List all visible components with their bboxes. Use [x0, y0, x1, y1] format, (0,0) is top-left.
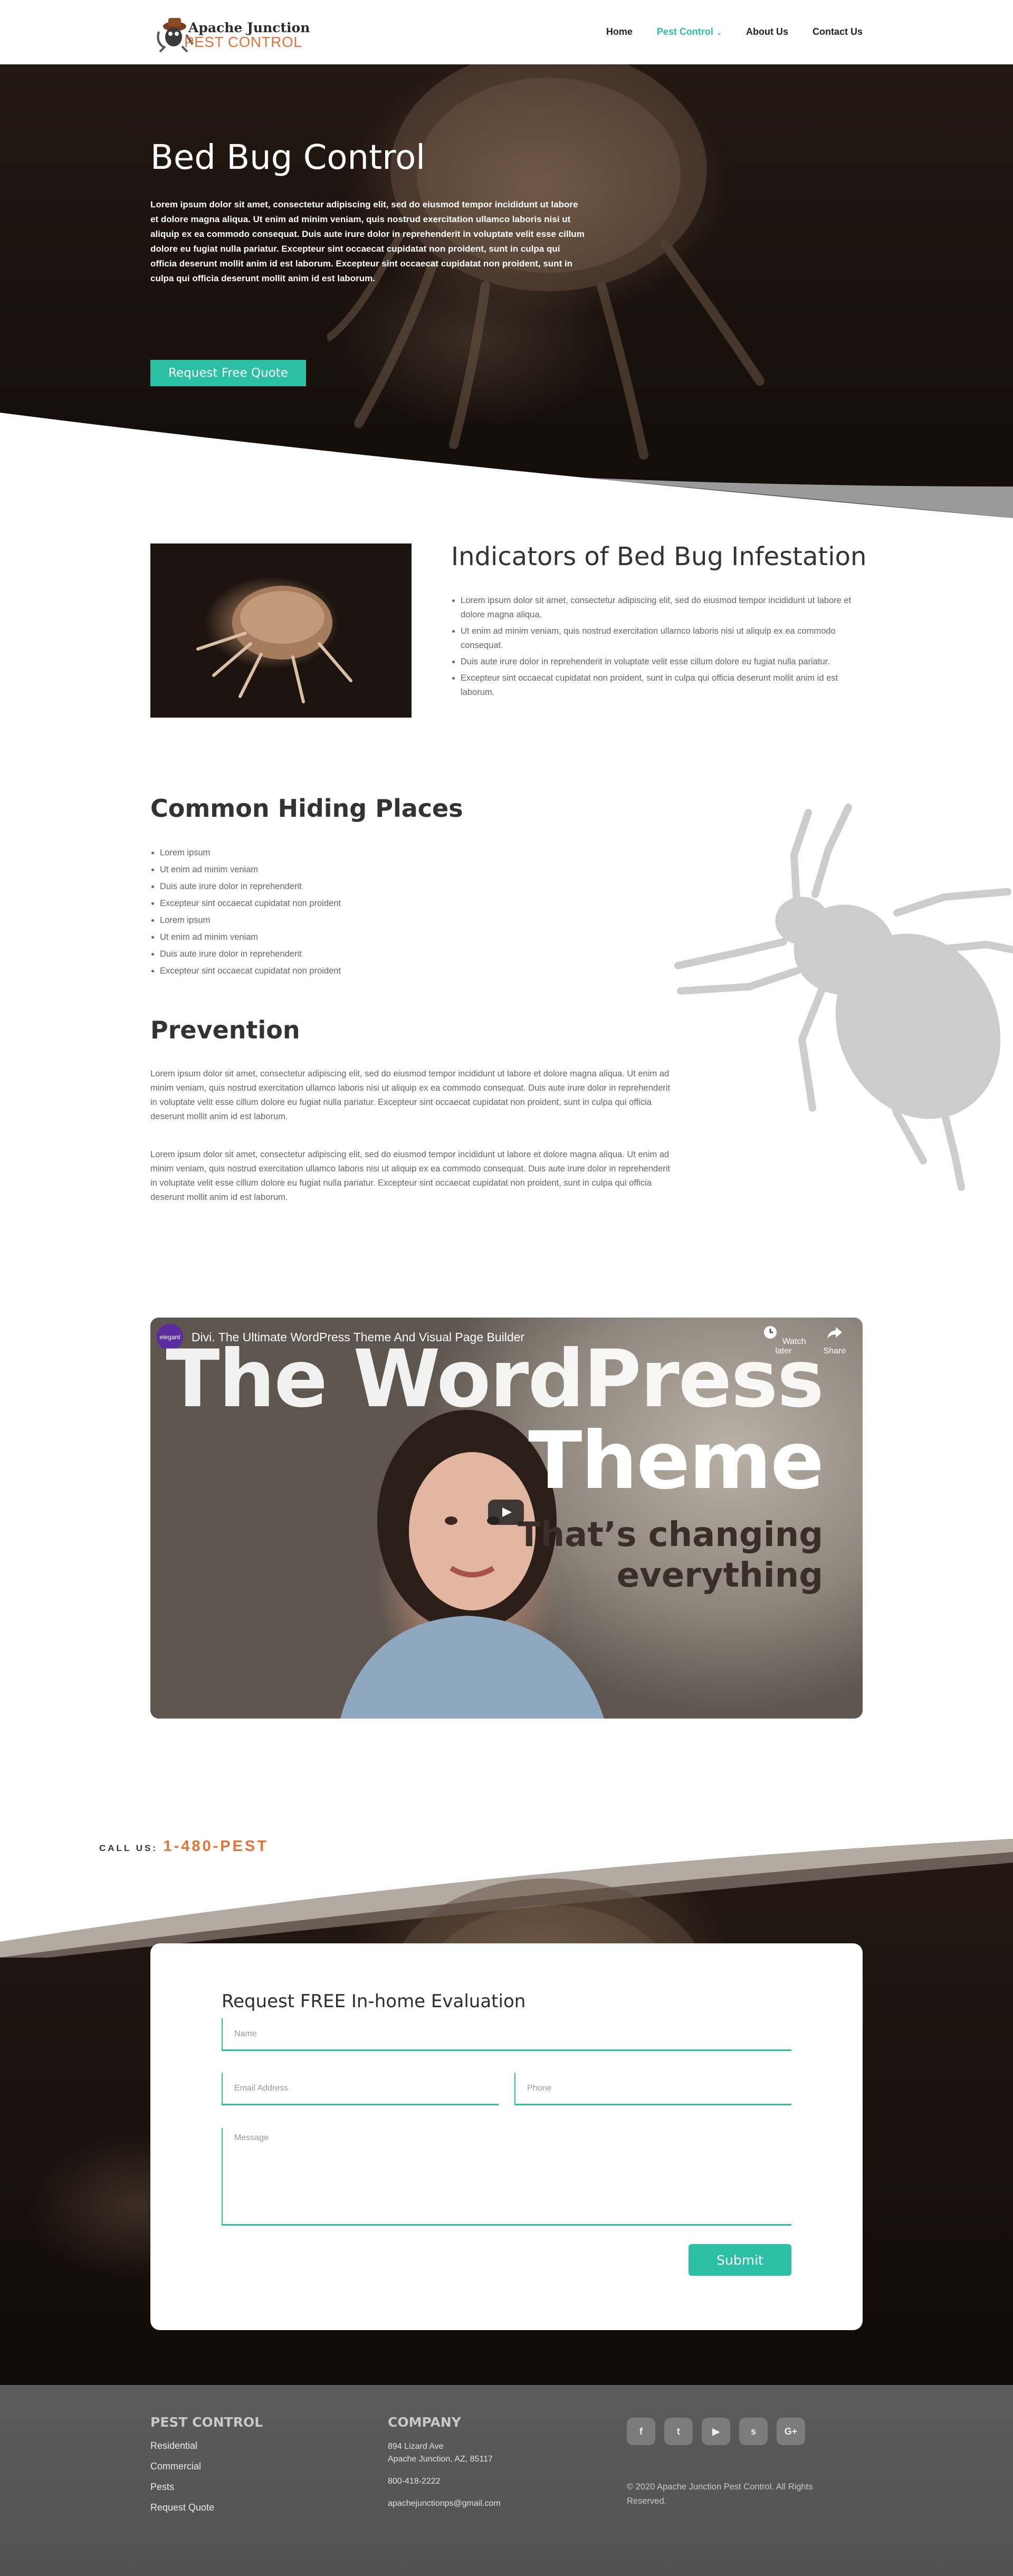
logo-subtitle: PEST CONTROL: [184, 34, 302, 50]
list-item: Duis aute irure dolor in reprehenderit: [160, 946, 341, 962]
skype-icon[interactable]: s: [739, 2418, 768, 2445]
share-icon: [827, 1327, 842, 1339]
footer-link-pests[interactable]: Pests: [150, 2482, 263, 2493]
play-icon: [502, 1508, 512, 1517]
footer-link-commercial[interactable]: Commercial: [150, 2461, 263, 2472]
list-item: Lorem ipsum: [160, 912, 341, 929]
footer-pest-control-column: PEST CONTROL Residential Commercial Pest…: [150, 2415, 263, 2523]
footer-address-line-2: Apache Junction, AZ, 85117: [388, 2455, 493, 2464]
request-quote-button[interactable]: Request Free Quote: [150, 360, 306, 386]
hero-text: Lorem ipsum dolor sit amet, consectetur …: [150, 199, 585, 283]
list-item: Duis aute irure dolor in reprehenderit i…: [461, 655, 863, 669]
hiding-places-list: Lorem ipsum Ut enim ad minim veniam Duis…: [150, 844, 341, 979]
nav-pest-control[interactable]: Pest Control ⌄: [657, 26, 722, 37]
copyright-text: © 2020 Apache Junction Pest Control. All…: [627, 2482, 813, 2506]
google-plus-icon[interactable]: G+: [777, 2418, 805, 2445]
list-item: Ut enim ad minim veniam, quis nostrud ex…: [461, 624, 863, 653]
footer-link-residential[interactable]: Residential: [150, 2440, 263, 2451]
video-subline-2: everything: [616, 1556, 823, 1595]
hiding-places-title: Common Hiding Places: [150, 794, 463, 823]
video-headline-2: Theme: [528, 1415, 824, 1507]
nav-pest-control-label: Pest Control: [656, 26, 713, 37]
indicators-list: Lorem ipsum dolor sit amet, consectetur …: [451, 594, 863, 702]
footer-pest-heading: PEST CONTROL: [150, 2415, 263, 2430]
list-item: Excepteur sint occaecat cupidatat non pr…: [160, 962, 341, 979]
youtube-icon[interactable]: ▶: [702, 2418, 730, 2445]
list-item: Lorem ipsum: [160, 844, 341, 861]
prevention-paragraph-2: Lorem ipsum dolor sit amet, consectetur …: [150, 1150, 670, 1202]
prevention-title: Prevention: [150, 1016, 300, 1044]
site-logo[interactable]: Apache Junction PEST CONTROL: [150, 9, 310, 54]
nav-home[interactable]: Home: [606, 26, 633, 37]
facebook-icon[interactable]: f: [627, 2418, 655, 2445]
email-field[interactable]: [222, 2073, 499, 2105]
footer-company-column: COMPANY 894 Lizard Ave Apache Junction, …: [388, 2415, 501, 2510]
list-item: Lorem ipsum dolor sit amet, consectetur …: [461, 594, 863, 622]
footer-link-request-quote[interactable]: Request Quote: [150, 2502, 263, 2513]
main-nav: Home Pest Control ⌄ About Us Contact Us: [606, 26, 863, 37]
logo-title: Apache Junction: [188, 20, 310, 35]
site-footer: PEST CONTROL Residential Commercial Pest…: [0, 2385, 1013, 2576]
footer-address-line-1: 894 Lizard Ave: [388, 2442, 444, 2451]
call-us-label: CALL US:: [99, 1843, 158, 1853]
prevention-paragraph-1: Lorem ipsum dolor sit amet, consectetur …: [150, 1069, 670, 1121]
list-item: Duis aute irure dolor in reprehenderit: [160, 878, 341, 895]
bed-bug-image: [150, 543, 412, 718]
list-item: Ut enim ad minim veniam: [160, 861, 341, 878]
nav-about[interactable]: About Us: [746, 26, 788, 37]
twitter-icon[interactable]: t: [664, 2418, 693, 2445]
site-header: Apache Junction PEST CONTROL Home Pest C…: [0, 0, 1013, 64]
name-field[interactable]: [222, 2018, 791, 2051]
form-title: Request FREE In-home Evaluation: [222, 1991, 526, 2012]
call-us: CALL US: 1-480-PEST: [99, 1838, 269, 1855]
footer-phone[interactable]: 800-418-2222: [388, 2475, 501, 2488]
video-headline-1: The WordPress: [166, 1333, 824, 1425]
footer-company-heading: COMPANY: [388, 2415, 461, 2430]
chevron-down-icon: ⌄: [716, 29, 722, 36]
list-item: Ut enim ad minim veniam: [160, 929, 341, 946]
social-links: f t ▶ s G+: [627, 2418, 805, 2445]
evaluation-form-card: Request FREE In-home Evaluation Submit: [150, 1943, 863, 2330]
indicators-title: Indicators of Bed Bug Infestation: [451, 542, 867, 571]
hero-title: Bed Bug Control: [150, 138, 426, 177]
nav-contact[interactable]: Contact Us: [813, 26, 863, 37]
footer-email[interactable]: apachejunctionps@gmail.com: [388, 2497, 501, 2510]
video-subline-1: That’s changing: [517, 1515, 823, 1554]
phone-field[interactable]: [514, 2073, 791, 2105]
hero-wave-divider: [0, 413, 1013, 518]
list-item: Excepteur sint occaecat cupidatat non pr…: [160, 895, 341, 912]
video-player[interactable]: elegant Divi. The Ultimate WordPress The…: [150, 1318, 863, 1719]
bed-bug-silhouette-icon: [674, 804, 1013, 1191]
hero-section: Bed Bug Control Lorem ipsum dolor sit am…: [0, 64, 1013, 518]
submit-button[interactable]: Submit: [689, 2244, 791, 2276]
list-item: Excepteur sint occaecat cupidatat non pr…: [461, 671, 863, 700]
bed-bug-closeup-icon: [196, 586, 352, 703]
share-label: Share: [823, 1347, 846, 1356]
play-button[interactable]: [488, 1500, 524, 1525]
message-field[interactable]: [222, 2128, 791, 2226]
phone-number-link[interactable]: 1-480-PEST: [163, 1838, 269, 1855]
